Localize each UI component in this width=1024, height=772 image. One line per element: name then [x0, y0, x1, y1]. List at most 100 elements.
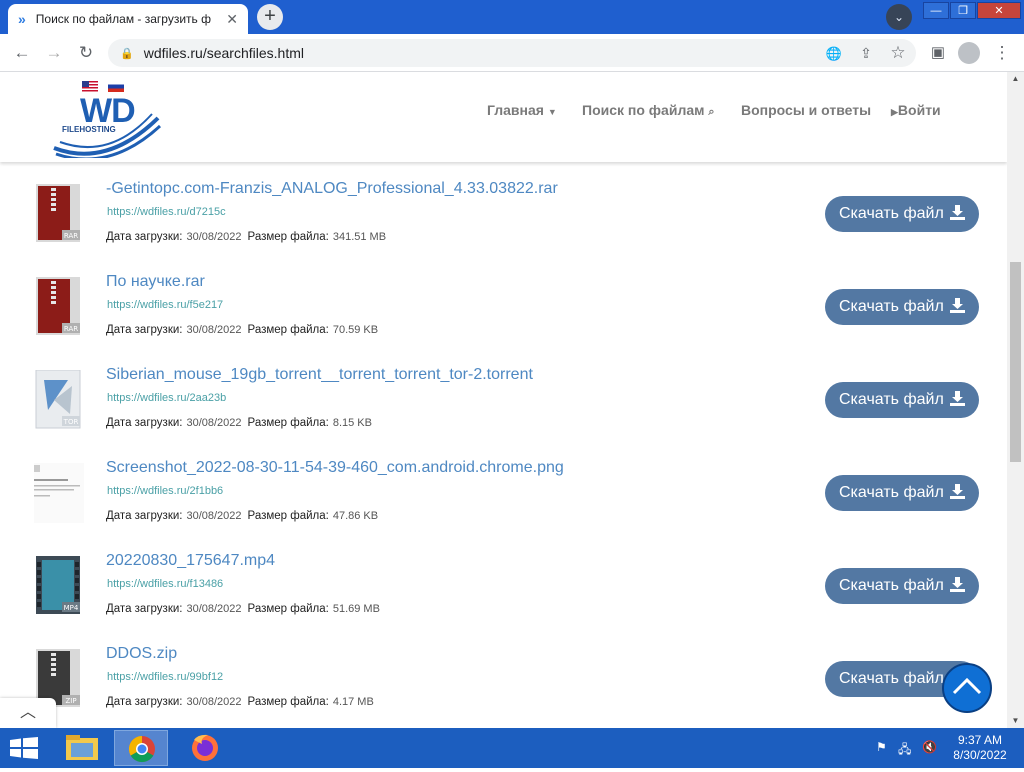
file-url-link[interactable]: https://wdfiles.ru/f5e217	[107, 299, 223, 311]
file-name-link[interactable]: 20220830_175647.mp4	[106, 552, 275, 570]
logo-subtitle: FILEHOSTING	[62, 125, 116, 134]
download-file-button[interactable]: Скачать файл	[825, 475, 979, 511]
forward-icon[interactable]: →	[42, 41, 66, 65]
caret-down-icon: ▼	[547, 107, 557, 117]
profile-avatar[interactable]	[958, 42, 980, 64]
bookmark-star-icon[interactable]: ☆	[886, 41, 910, 65]
download-button-label: Скачать файл	[839, 484, 944, 501]
chrome-icon[interactable]	[114, 730, 168, 766]
russian-flag-icon[interactable]	[108, 81, 124, 92]
download-icon	[950, 298, 965, 313]
file-size-label: Размер файла:	[247, 231, 329, 243]
upload-date-label: Дата загрузки:	[106, 510, 183, 522]
tab-title: Поиск по файлам - загрузить ф	[35, 12, 211, 26]
windows-start-icon[interactable]	[10, 737, 38, 759]
file-url-link[interactable]: https://wdfiles.ru/99bf12	[107, 671, 223, 683]
scrollbar-thumb[interactable]	[1010, 262, 1021, 462]
window-close-button[interactable]: ✕	[977, 2, 1021, 19]
translate-icon[interactable]: 🌐	[822, 42, 846, 66]
rar-file-icon[interactable]: RAR	[34, 184, 84, 244]
site-favicon-icon: »	[18, 11, 26, 27]
download-file-button[interactable]: Скачать файл	[825, 289, 979, 325]
file-name-link[interactable]: Siberian_mouse_19gb_torrent__torrent_tor…	[106, 366, 533, 384]
lock-icon[interactable]: 🔒	[120, 47, 134, 60]
file-meta: Дата загрузки: 30/08/2022 Размер файла: 4.1…	[106, 696, 380, 708]
image-thumbnail[interactable]	[34, 463, 84, 523]
file-size-value: 70.59 KB	[332, 324, 379, 336]
file-url-link[interactable]: https://wdfiles.ru/f13486	[107, 578, 223, 590]
file-url-link[interactable]: https://wdfiles.ru/d7215c	[107, 206, 226, 218]
window-minimize-button[interactable]: —	[923, 2, 949, 19]
share-icon[interactable]: ⇪	[854, 41, 878, 65]
new-tab-button[interactable]: +	[257, 4, 283, 30]
nav-file-search[interactable]: Поиск по файлам ⌕	[582, 102, 715, 119]
file-size-label: Размер файла:	[247, 510, 329, 522]
page-scrollbar[interactable]: ▲ ▼	[1007, 72, 1024, 728]
scroll-to-top-button[interactable]	[942, 663, 992, 713]
nav-faq-label: Вопросы и ответы	[741, 102, 872, 118]
download-icon	[950, 577, 965, 592]
file-name-link[interactable]: Screenshot_2022-08-30-11-54-39-460_com.a…	[106, 459, 564, 477]
address-bar[interactable]: 🔒 wdfiles.ru/searchfiles.html	[108, 39, 916, 67]
nav-home[interactable]: Главная ▼	[487, 102, 557, 118]
system-clock[interactable]: 9:37 AM 8/30/2022	[950, 733, 1010, 763]
file-size-value: 4.17 MB	[332, 696, 374, 708]
site-logo[interactable]: WD FILEHOSTING	[52, 92, 162, 158]
scroll-up-arrow-icon[interactable]: ▲	[1007, 72, 1024, 86]
download-button-label: Скачать файл	[839, 670, 944, 687]
nav-faq[interactable]: Вопросы и ответы	[741, 102, 871, 118]
file-size-value: 8.15 KB	[332, 417, 372, 429]
svg-text:TOR: TOR	[63, 418, 79, 426]
file-url-link[interactable]: https://wdfiles.ru/2f1bb6	[107, 485, 223, 497]
download-icon	[950, 391, 965, 406]
scroll-down-arrow-icon[interactable]: ▼	[1007, 714, 1024, 728]
file-meta: Дата загрузки: 30/08/2022 Размер файла: 70.…	[106, 324, 384, 336]
download-file-button[interactable]: Скачать файл	[825, 382, 979, 418]
download-button-label: Скачать файл	[839, 391, 944, 408]
file-size-value: 47.86 KB	[332, 510, 379, 522]
upload-date-label: Дата загрузки:	[106, 696, 183, 708]
browser-tab-strip: » Поиск по файлам - загрузить ф ✕ + ⌄ — …	[0, 0, 1024, 34]
file-size-label: Размер файла:	[247, 696, 329, 708]
firefox-icon[interactable]	[178, 730, 232, 766]
upload-date-label: Дата загрузки:	[106, 603, 183, 615]
file-explorer-icon[interactable]	[56, 730, 110, 766]
file-meta: Дата загрузки: 30/08/2022 Размер файла: 47.…	[106, 510, 384, 522]
torrent-file-icon[interactable]: TOR	[34, 369, 84, 430]
file-row: Screenshot_2022-08-30-11-54-39-460_com.a…	[0, 441, 1007, 534]
chevron-up-icon	[952, 677, 982, 695]
network-icon[interactable]: 🖧	[898, 740, 911, 761]
reload-icon[interactable]: ↻	[74, 41, 98, 65]
video-file-icon[interactable]: MP4	[34, 556, 84, 616]
rar-file-icon[interactable]: RAR	[34, 277, 84, 337]
download-file-button[interactable]: Скачать файл	[825, 568, 979, 604]
back-icon[interactable]: ←	[10, 41, 34, 65]
file-row: RAR По научке.rar https://wdfiles.ru/f5e21…	[0, 255, 1007, 348]
tab-search-button[interactable]: ⌄	[886, 4, 912, 30]
menu-kebab-icon[interactable]: ⋮	[990, 41, 1014, 65]
window-maximize-button[interactable]: ❐	[950, 2, 976, 19]
upload-date-value: 30/08/2022	[186, 324, 242, 336]
expand-panel-button[interactable]: ︿	[0, 698, 56, 728]
file-row: MP4 20220830_175647.mp4 https://wdfiles.ru…	[0, 534, 1007, 627]
file-name-link[interactable]: -Getintopc.com-Franzis_ANALOG_Profession…	[106, 180, 558, 198]
file-name-link[interactable]: По научке.rar	[106, 273, 205, 291]
nav-file-search-label: Поиск по файлам	[582, 102, 705, 118]
download-file-button[interactable]: Скачать файл	[825, 196, 979, 232]
file-size-value: 51.69 MB	[332, 603, 380, 615]
svg-text:RAR: RAR	[64, 325, 78, 333]
browser-tab[interactable]: » Поиск по файлам - загрузить ф ✕	[8, 4, 248, 34]
caret-right-icon: ▶	[891, 107, 898, 117]
tab-close-icon[interactable]: ✕	[226, 11, 238, 28]
clock-time: 9:37 AM	[957, 733, 1003, 747]
file-name-link[interactable]: DDOS.zip	[106, 645, 177, 663]
volume-muted-icon[interactable]: 🔇	[922, 740, 937, 754]
nav-home-label: Главная	[487, 102, 544, 118]
file-meta: Дата загрузки: 30/08/2022 Размер файла: 51.…	[106, 603, 386, 615]
action-center-flag-icon[interactable]: ⚑	[876, 740, 887, 754]
nav-login[interactable]: ▶Войти	[891, 102, 941, 118]
english-flag-icon[interactable]	[82, 81, 98, 92]
file-url-link[interactable]: https://wdfiles.ru/2aa23b	[107, 392, 226, 404]
side-panel-icon[interactable]: ▣	[926, 41, 950, 65]
clock-date: 8/30/2022	[953, 748, 1007, 762]
